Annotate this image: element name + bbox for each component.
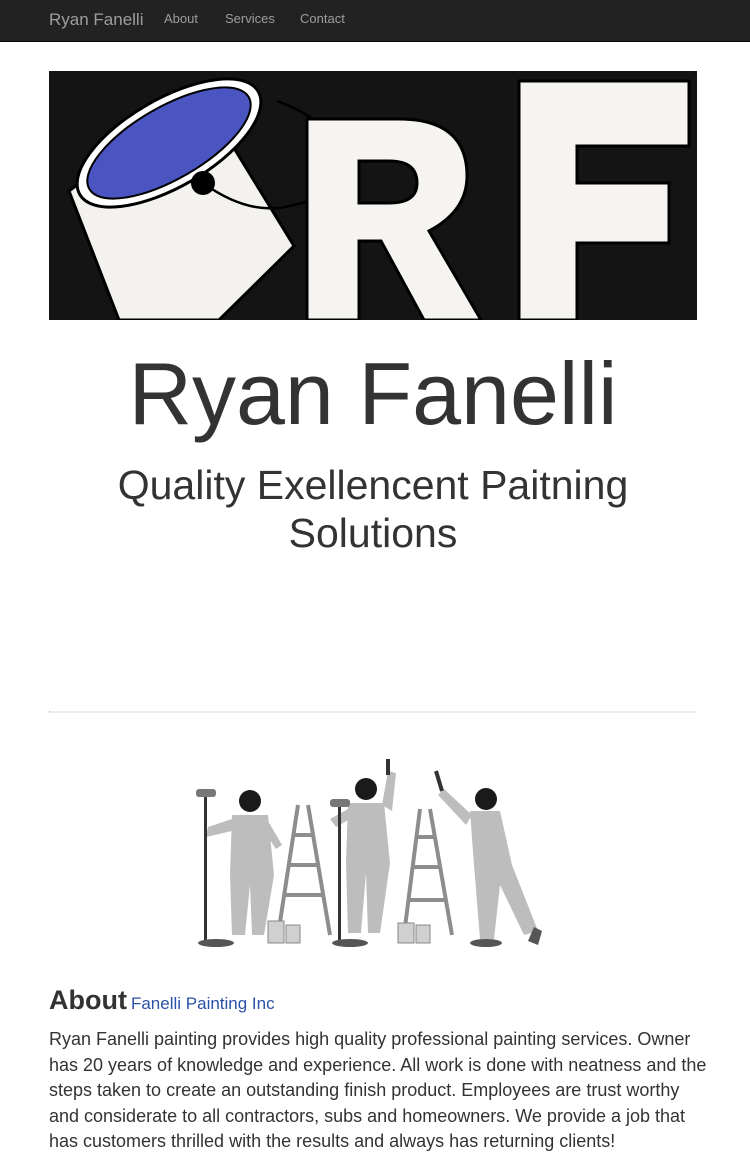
- nav-link-about[interactable]: About: [164, 11, 198, 26]
- page-title: Ryan Fanelli: [128, 344, 618, 443]
- hero-logo-image: [49, 71, 697, 320]
- section-divider: [49, 711, 697, 713]
- rf-logo-graphic: [49, 71, 697, 320]
- painters-graphic: [196, 759, 542, 947]
- about-heading: About Fanelli Painting Inc: [49, 985, 275, 1016]
- painters-illustration: [190, 745, 550, 953]
- page-subtitle: Quality Exellencent Paitning Solutions: [117, 462, 629, 556]
- nav-link-contact[interactable]: Contact: [300, 11, 345, 26]
- nav-link-services[interactable]: Services: [225, 11, 275, 26]
- about-paragraph: Ryan Fanelli painting provides high qual…: [49, 1029, 707, 1151]
- navbar-brand[interactable]: Ryan Fanelli: [49, 10, 144, 30]
- navbar: Ryan Fanelli About Services Contact: [0, 0, 750, 42]
- about-subheading: Fanelli Painting Inc: [130, 994, 275, 1013]
- about-heading-title: About: [49, 985, 127, 1015]
